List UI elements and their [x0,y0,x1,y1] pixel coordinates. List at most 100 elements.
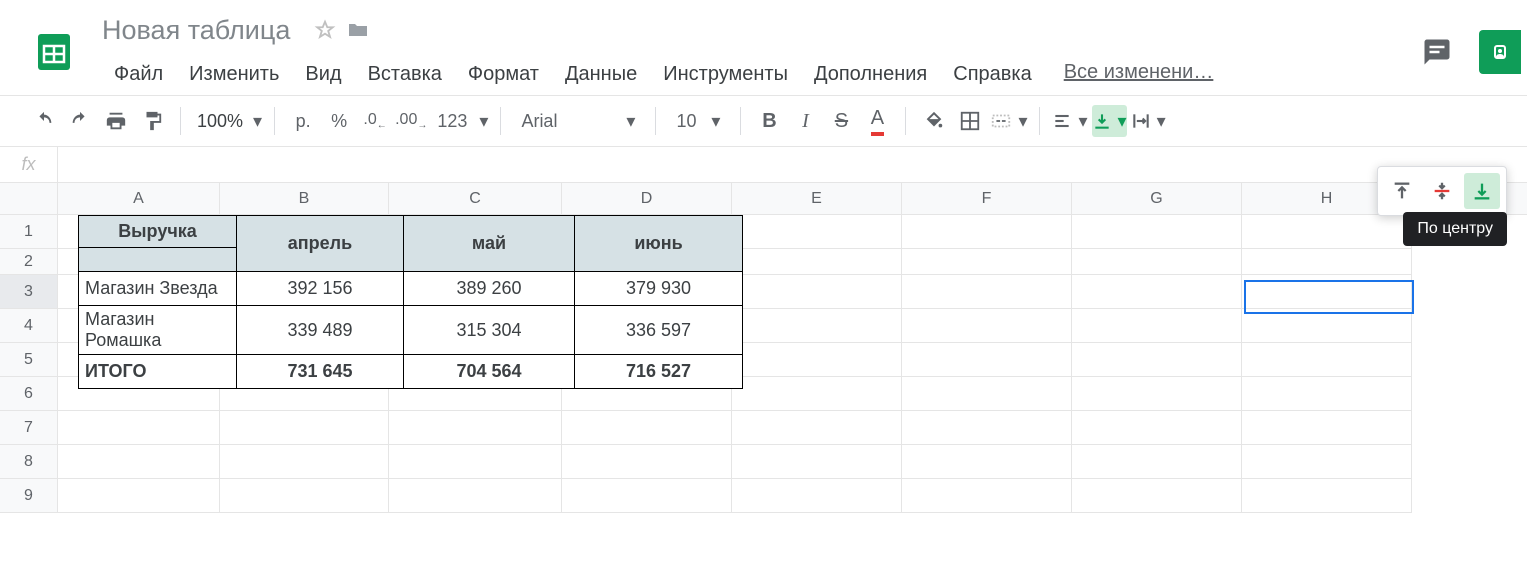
col-header-B[interactable]: B [220,183,389,214]
cell-G7[interactable] [1072,411,1242,445]
cell-F6[interactable] [902,377,1072,411]
cell-E5[interactable] [732,343,902,377]
cell-C9[interactable] [389,479,562,513]
cell-E3[interactable] [732,275,902,309]
strikethrough-button[interactable]: S [825,105,857,137]
cell-H7[interactable] [1242,411,1412,445]
valign-middle-button[interactable] [1424,173,1460,209]
store1-may[interactable]: 389 260 [404,272,575,306]
cell-F4[interactable] [902,309,1072,343]
valign-bottom-button[interactable] [1464,173,1500,209]
cell-D9[interactable] [562,479,732,513]
row-header-1[interactable]: 1 [0,215,57,249]
cell-G8[interactable] [1072,445,1242,479]
cell-E1[interactable] [732,215,902,249]
cell-B8[interactable] [220,445,389,479]
header-may[interactable]: май [404,216,575,272]
cell-G3[interactable] [1072,275,1242,309]
cell-F8[interactable] [902,445,1072,479]
italic-button[interactable]: I [789,105,821,137]
cell-H8[interactable] [1242,445,1412,479]
cell-G9[interactable] [1072,479,1242,513]
cell-E7[interactable] [732,411,902,445]
cell-G1[interactable] [1072,215,1242,249]
select-all-corner[interactable] [0,183,58,215]
row-header-3[interactable]: 3 [0,275,57,309]
total-may[interactable]: 704 564 [404,355,575,389]
cell-C8[interactable] [389,445,562,479]
redo-button[interactable] [64,105,96,137]
cell-B9[interactable] [220,479,389,513]
print-button[interactable] [100,105,132,137]
cell-F5[interactable] [902,343,1072,377]
cell-H5[interactable] [1242,343,1412,377]
col-header-E[interactable]: E [732,183,902,214]
cell-G2[interactable] [1072,249,1242,275]
menu-file[interactable]: Файл [102,61,175,88]
cell-D7[interactable] [562,411,732,445]
col-header-A[interactable]: A [58,183,220,214]
store2-april[interactable]: 339 489 [237,306,404,355]
valign-top-button[interactable] [1384,173,1420,209]
cell-E8[interactable] [732,445,902,479]
text-wrap-button[interactable]: ▾ [1131,105,1166,137]
col-header-C[interactable]: C [389,183,562,214]
cell-E4[interactable] [732,309,902,343]
store2-name[interactable]: Магазин Ромашка [79,306,237,355]
menu-tools[interactable]: Инструменты [651,61,800,88]
decrease-decimal-button[interactable]: .0← [359,105,391,137]
increase-decimal-button[interactable]: .00→ [395,105,427,137]
menu-help[interactable]: Справка [941,61,1043,88]
cell-F2[interactable] [902,249,1072,275]
store2-may[interactable]: 315 304 [404,306,575,355]
cell-A7[interactable] [58,411,220,445]
document-title[interactable]: Новая таблица [102,15,290,46]
total-april[interactable]: 731 645 [237,355,404,389]
font-size-selector[interactable]: 10▾ [668,105,728,137]
cell-A9[interactable] [58,479,220,513]
cell-A8[interactable] [58,445,220,479]
spreadsheet-grid[interactable]: 123456789 ABCDEFGH Выручка апрель май ию… [0,183,1527,568]
store1-name[interactable]: Магазин Звезда [79,272,237,306]
paint-format-button[interactable] [136,105,168,137]
formula-input[interactable] [58,147,1527,182]
cell-E6[interactable] [732,377,902,411]
cell-G5[interactable] [1072,343,1242,377]
store1-june[interactable]: 379 930 [575,272,743,306]
row-header-4[interactable]: 4 [0,309,57,343]
percent-format-button[interactable]: % [323,105,355,137]
col-header-F[interactable]: F [902,183,1072,214]
zoom-selector[interactable]: 100%▾ [193,105,262,137]
cell-E2[interactable] [732,249,902,275]
undo-button[interactable] [28,105,60,137]
cell-C7[interactable] [389,411,562,445]
borders-button[interactable] [954,105,986,137]
total-june[interactable]: 716 527 [575,355,743,389]
bold-button[interactable]: B [753,105,785,137]
row-header-9[interactable]: 9 [0,479,57,513]
col-header-G[interactable]: G [1072,183,1242,214]
share-button[interactable] [1479,30,1521,74]
header-april[interactable]: апрель [237,216,404,272]
font-selector[interactable]: Arial▾ [513,105,643,137]
fill-color-button[interactable] [918,105,950,137]
store2-june[interactable]: 336 597 [575,306,743,355]
menu-data[interactable]: Данные [553,61,649,88]
currency-format-button[interactable]: р. [287,105,319,137]
cell-H6[interactable] [1242,377,1412,411]
row-header-5[interactable]: 5 [0,343,57,377]
row-header-8[interactable]: 8 [0,445,57,479]
menu-view[interactable]: Вид [293,61,353,88]
header-revenue[interactable]: Выручка [79,216,237,248]
cell-H3[interactable] [1242,275,1412,309]
cell-H9[interactable] [1242,479,1412,513]
menu-insert[interactable]: Вставка [356,61,454,88]
total-name[interactable]: ИТОГО [79,355,237,389]
menu-addons[interactable]: Дополнения [802,61,939,88]
cell-H4[interactable] [1242,309,1412,343]
row-header-6[interactable]: 6 [0,377,57,411]
row-header-7[interactable]: 7 [0,411,57,445]
cell-H1[interactable] [1242,215,1412,249]
col-header-D[interactable]: D [562,183,732,214]
sheets-logo-icon[interactable] [28,26,80,78]
